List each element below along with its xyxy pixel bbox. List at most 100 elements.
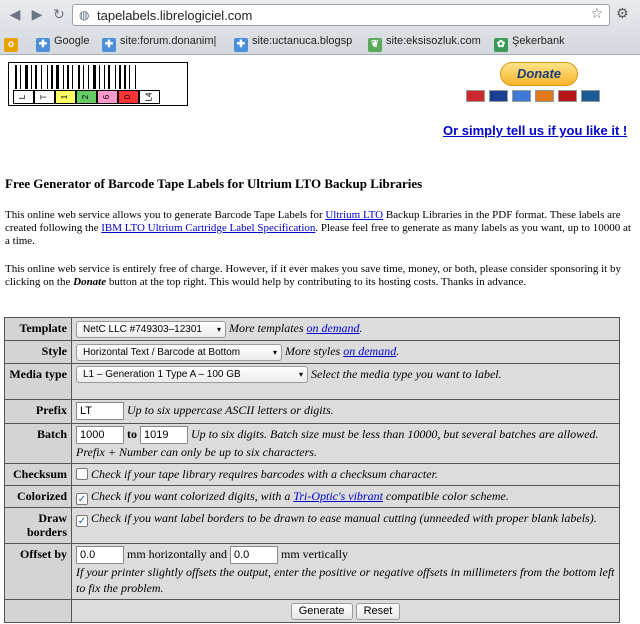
barcode-digit-text: 6 <box>102 94 112 100</box>
offset-hint: If your printer slightly offsets the out… <box>76 564 615 595</box>
bookmark-star-icon[interactable]: ☆ <box>590 6 603 22</box>
borders-cell: ✓ Check if you want label borders to be … <box>71 506 620 544</box>
barcode-bar <box>67 65 69 89</box>
bookmark-donanim[interactable]: ✚ site:forum.donanim| <box>102 33 216 52</box>
address-bar[interactable]: ◍ tapelabels.librelogiciel.com ☆ <box>72 4 610 26</box>
tell-us-link[interactable]: Or simply tell us if you like it ! <box>443 123 627 138</box>
visa-icon <box>489 90 508 102</box>
batch-from-input[interactable]: 1000 <box>76 425 124 444</box>
colorized-checkbox[interactable]: ✓ <box>76 492 88 505</box>
barcode-bar <box>83 65 84 89</box>
barcode-bar <box>104 65 105 89</box>
reset-button[interactable]: Reset <box>355 602 401 620</box>
discover-icon <box>535 90 554 102</box>
batch-to-input[interactable]: 1019 <box>140 425 188 444</box>
barcode-bar <box>115 65 116 89</box>
prefix-input[interactable]: LT <box>76 401 124 420</box>
barcode-digit: 2 <box>76 90 97 104</box>
bookmark-uctanuca[interactable]: ✚ site:uctanuca.blogsp <box>234 33 353 52</box>
barcode-digit: T <box>34 90 55 104</box>
barcode-digit: 0 <box>118 90 139 104</box>
url-text[interactable]: tapelabels.librelogiciel.com <box>97 8 252 23</box>
barcode-digit: L4 <box>139 90 160 104</box>
tri-optic-link[interactable]: Tri-Optic's vibrant <box>293 489 383 503</box>
colorized-hint: Check if you want colorized digits, with… <box>91 488 294 503</box>
bookmark-sekerbank[interactable]: ✿ Şekerbank <box>494 33 565 52</box>
bookmarks-bar: o ✚ Google ✚ site:forum.donanim| ✚ site:uct… <box>0 30 640 52</box>
style-demand-link[interactable]: on demand <box>343 344 396 358</box>
barcode-bar <box>47 65 48 89</box>
barcode-bar <box>93 65 96 89</box>
apps-icon: o <box>4 38 18 52</box>
template-demand-link[interactable]: on demand <box>307 321 360 335</box>
payment-cards <box>466 90 604 102</box>
offset-v-text: mm vertically <box>280 546 348 561</box>
reload-icon[interactable]: ↻ <box>50 6 68 24</box>
offset-h-input[interactable]: 0.0 <box>76 545 124 564</box>
offset-v-input[interactable]: 0.0 <box>229 545 278 564</box>
media-hint: Select the media type you want to label. <box>311 366 502 381</box>
bookmark-label: site:uctanuca.blogsp <box>252 35 353 47</box>
style-value: Horizontal Text / Barcode at Bottom <box>83 346 241 358</box>
barcode-bar <box>20 65 21 89</box>
intro-paragraph-2: This online web service is entirely free… <box>5 263 635 289</box>
globe-icon: ◍ <box>79 8 90 22</box>
offset-label: Offset by <box>4 542 72 600</box>
checksum-hint: Check if your tape library requires barc… <box>91 466 438 481</box>
browser-chrome: ◀ ▶ ↻ ◍ tapelabels.librelogiciel.com ☆ ⚙… <box>0 0 640 55</box>
wrench-menu-icon[interactable]: ⚙ <box>616 6 629 22</box>
checksum-cell: Check if your tape library requires barc… <box>71 462 620 486</box>
style-cell: Horizontal Text / Barcode at Bottom ▾ Mor… <box>71 339 620 364</box>
barcode-bar <box>51 65 53 89</box>
template-select[interactable]: NetC LLC #749303–12301 ▾ <box>76 320 226 338</box>
template-cell: NetC LLC #749303–12301 ▾ More templates o… <box>71 317 620 341</box>
media-value: L1 – Generation 1 Type A – 100 GB <box>83 369 241 381</box>
ibm-spec-link[interactable]: IBM LTO Ultrium Cartridge Label Specific… <box>101 222 315 234</box>
donate-button[interactable]: Donate <box>500 62 578 86</box>
row-actions: Generate Reset <box>4 598 620 623</box>
ultrium-lto-link[interactable]: Ultrium LTO <box>325 209 383 221</box>
bookmark-eksisozluk[interactable]: ❦ site:eksisozluk.com <box>368 33 481 52</box>
barcode-bar <box>63 65 64 89</box>
batch-label: Batch <box>4 422 72 464</box>
row-checksum: Checksum Check if your tape library requ… <box>4 462 620 486</box>
barcode-bar <box>88 65 89 89</box>
row-batch: Batch 1000 to 1019 Up to six digits. Bat… <box>4 422 620 464</box>
row-style: Style Horizontal Text / Barcode at Botto… <box>4 339 620 364</box>
prefix-label: Prefix <box>4 398 72 424</box>
chevron-down-icon: ▾ <box>298 370 303 380</box>
barcode-digit-text: 1 <box>60 94 70 100</box>
checksum-checkbox[interactable] <box>76 467 88 480</box>
offset-cell: 0.0 mm horizontally and 0.0 mm verticall… <box>71 542 620 600</box>
back-arrow-icon[interactable]: ◀ <box>6 6 24 24</box>
bookmark-google[interactable]: ✚ Google <box>36 33 89 52</box>
checksum-label: Checksum <box>4 462 72 486</box>
borders-checkbox[interactable]: ✓ <box>76 514 88 527</box>
style-hint: More styles <box>285 343 344 358</box>
donate-mention: Donate <box>73 276 107 288</box>
barcode-digit-text: 2 <box>81 94 91 100</box>
media-select[interactable]: L1 – Generation 1 Type A – 100 GB ▾ <box>76 366 308 384</box>
row-borders: Draw borders ✓ Check if you want label b… <box>4 506 620 544</box>
forward-arrow-icon[interactable]: ▶ <box>28 6 46 24</box>
mastercard-icon <box>466 90 485 102</box>
barcode-digit: L <box>13 90 34 104</box>
style-select[interactable]: Horizontal Text / Barcode at Bottom ▾ <box>76 343 282 361</box>
sekerbank-icon: ✿ <box>494 38 508 52</box>
colorized-label: Colorized <box>4 484 72 508</box>
giropay-icon <box>581 90 600 102</box>
barcode-bar <box>99 65 100 89</box>
row-offset: Offset by 0.0 mm horizontally and 0.0 mm… <box>4 542 620 600</box>
barcode-digit-text: L4 <box>144 92 154 102</box>
actions-label <box>4 598 72 623</box>
row-colorized: Colorized ✓ Check if you want colorized … <box>4 484 620 508</box>
bookmark-apps[interactable]: o <box>4 33 22 52</box>
barcode-digit-text: 0 <box>123 94 133 100</box>
style-label: Style <box>4 339 72 364</box>
bookmark-label: site:eksisozluk.com <box>386 35 481 47</box>
intro-text: This online web service allows you to ge… <box>5 209 326 221</box>
template-hint: More templates <box>229 321 307 335</box>
style-hint-end: . <box>396 343 400 358</box>
puzzle-icon: ✚ <box>36 38 50 52</box>
generate-button[interactable]: Generate <box>290 602 353 620</box>
